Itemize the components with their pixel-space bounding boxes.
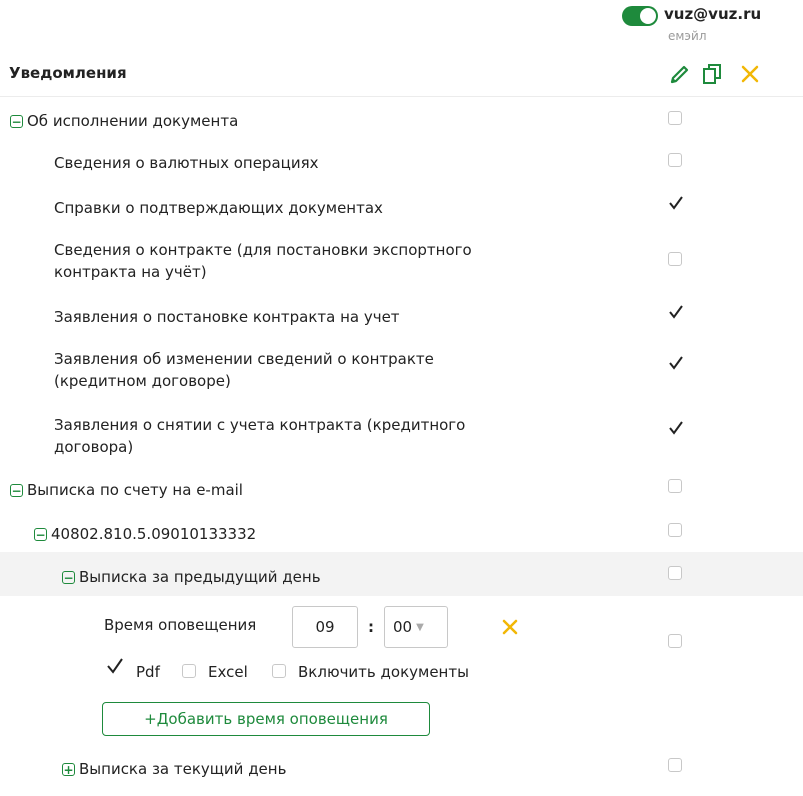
close-icon[interactable] <box>738 62 762 86</box>
copy-icon[interactable] <box>700 62 726 86</box>
collapse-icon[interactable]: − <box>10 484 23 497</box>
excel-label: Excel <box>208 663 248 681</box>
remove-time-icon[interactable] <box>500 617 520 637</box>
expand-icon[interactable]: + <box>62 763 75 776</box>
tree-item: − Об исполнении документа <box>10 110 238 132</box>
tree-item-label: 40802.810.5.09010133332 <box>51 525 257 543</box>
email-address: vuz@vuz.ru <box>664 5 762 23</box>
collapse-icon[interactable]: − <box>62 571 75 584</box>
checkbox[interactable] <box>668 566 682 580</box>
tree-item-label: Сведения о контракте (для постановки экс… <box>54 239 472 283</box>
pencil-icon[interactable] <box>668 62 692 86</box>
time-separator: : <box>368 618 374 636</box>
chevron-down-icon: ▼ <box>416 621 424 633</box>
tree-item-label: Выписка за предыдущий день <box>79 568 321 586</box>
minutes-select[interactable]: 00 ▼ <box>384 606 448 648</box>
toggle-knob <box>640 8 656 24</box>
tree-item: + Выписка за текущий день <box>62 758 286 780</box>
checkbox-checked[interactable] <box>668 355 684 371</box>
excel-checkbox[interactable] <box>182 664 196 678</box>
label-line: Сведения о контракте (для постановки экс… <box>54 241 472 259</box>
tree-item: − Выписка по счету на e-mail <box>10 479 243 501</box>
checkbox[interactable] <box>668 634 682 648</box>
include-docs-label: Включить документы <box>298 663 469 681</box>
tree-item: − Выписка за предыдущий день <box>62 566 321 588</box>
tree-item-label: Сведения о валютных операциях <box>54 154 319 172</box>
email-toggle[interactable] <box>622 6 658 26</box>
label-line: Заявления о снятии с учета контракта (кр… <box>54 416 466 434</box>
label-line: договора) <box>54 438 134 456</box>
pdf-checkbox[interactable] <box>106 657 124 675</box>
tree-item-label: Заявления об изменении сведений о контра… <box>54 348 434 392</box>
checkbox-checked[interactable] <box>668 195 684 211</box>
page-title: Уведомления <box>9 64 127 82</box>
add-notify-time-button[interactable]: +Добавить время оповещения <box>102 702 430 736</box>
header-divider <box>0 96 803 97</box>
include-docs-checkbox[interactable] <box>272 664 286 678</box>
checkbox[interactable] <box>668 523 682 537</box>
email-type-label: емэйл <box>668 29 707 43</box>
tree-item: −40802.810.5.09010133332 <box>34 523 256 545</box>
notify-time-label: Время оповещения <box>104 616 257 634</box>
label-line: контракта на учёт) <box>54 263 207 281</box>
checkbox[interactable] <box>668 479 682 493</box>
checkbox-checked[interactable] <box>668 420 684 436</box>
checkbox[interactable] <box>668 758 682 772</box>
pdf-label: Pdf <box>136 663 160 681</box>
tree-item-label: Об исполнении документа <box>27 112 239 130</box>
tree-item-label: Выписка за текущий день <box>79 760 287 778</box>
checkbox-checked[interactable] <box>668 304 684 320</box>
tree-item-label: Заявления о постановке контракта на учет <box>54 308 400 326</box>
checkbox[interactable] <box>668 252 682 266</box>
checkbox[interactable] <box>668 153 682 167</box>
minutes-value: 00 <box>393 618 413 636</box>
label-line: Заявления об изменении сведений о контра… <box>54 350 434 368</box>
checkbox[interactable] <box>668 111 682 125</box>
collapse-icon[interactable]: − <box>34 528 47 541</box>
hours-input[interactable]: 09 <box>292 606 358 648</box>
label-line: (кредитном договоре) <box>54 372 231 390</box>
tree-item-label: Заявления о снятии с учета контракта (кр… <box>54 414 465 458</box>
tree-item-label: Справки о подтверждающих документах <box>54 199 383 217</box>
tree-item-label: Выписка по счету на e-mail <box>27 481 243 499</box>
collapse-icon[interactable]: − <box>10 115 23 128</box>
